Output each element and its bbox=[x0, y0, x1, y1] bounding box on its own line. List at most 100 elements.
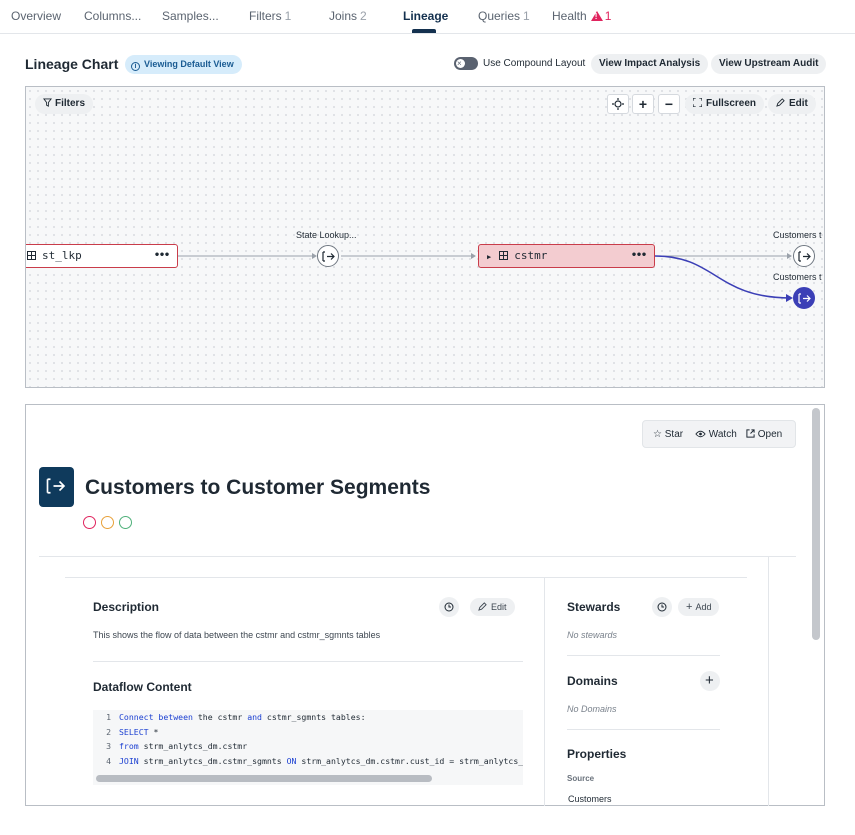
dataflow-icon bbox=[798, 293, 811, 304]
open-button[interactable]: Open bbox=[746, 429, 782, 440]
view-upstream-audit-button[interactable]: View Upstream Audit bbox=[711, 54, 827, 74]
dataflow-type-icon bbox=[39, 467, 74, 507]
stewards-history-button[interactable] bbox=[652, 597, 672, 617]
code-text: * bbox=[148, 726, 159, 737]
add-label: Add bbox=[695, 602, 712, 612]
code-keyword: SELECT bbox=[119, 726, 149, 737]
caret-right-icon[interactable]: ▶ bbox=[487, 253, 491, 261]
divider bbox=[567, 729, 720, 730]
add-domain-button[interactable]: + bbox=[700, 671, 720, 691]
code-line: 3 from strm_anlytcs_dm.cstmr bbox=[93, 739, 523, 754]
history-button[interactable] bbox=[439, 597, 459, 617]
detail-scrollbar[interactable] bbox=[812, 408, 820, 640]
source-value[interactable]: Customers bbox=[568, 794, 612, 804]
tab-bar: Overview Columns... Samples... Filters 1 … bbox=[0, 0, 855, 34]
line-number: 1 bbox=[106, 712, 111, 722]
status-indicator[interactable] bbox=[101, 516, 114, 529]
plus-icon: + bbox=[705, 672, 714, 689]
pencil-icon bbox=[478, 602, 487, 611]
more-icon[interactable]: ••• bbox=[631, 245, 647, 267]
edit-description-button[interactable]: Edit bbox=[470, 598, 515, 616]
tab-count: 1 bbox=[284, 9, 292, 23]
code-keyword: from bbox=[119, 741, 139, 751]
plus-icon: + bbox=[686, 601, 693, 613]
node-label: st_lkp bbox=[42, 249, 82, 262]
line-number: 4 bbox=[106, 755, 111, 766]
tab-filters[interactable]: Filters 1 bbox=[249, 9, 291, 23]
properties-heading: Properties bbox=[567, 747, 627, 761]
clock-icon bbox=[444, 602, 454, 612]
process-node-customers[interactable] bbox=[793, 245, 815, 267]
tab-label: Lineage bbox=[403, 9, 449, 23]
process-node-customers-selected[interactable] bbox=[793, 287, 815, 309]
active-tab-indicator bbox=[412, 29, 436, 33]
tab-health[interactable]: Health 1 bbox=[552, 9, 611, 23]
stewards-empty: No stewards bbox=[567, 630, 618, 640]
lineage-canvas[interactable]: Filters + − Fullscreen Edit st_lkp ••• S… bbox=[25, 86, 825, 388]
watch-button[interactable]: Watch bbox=[695, 429, 737, 440]
code-block[interactable]: 1 Connect between the cstmr and cstmr_sgm… bbox=[93, 710, 523, 785]
edit-label: Edit bbox=[491, 602, 507, 612]
more-icon[interactable]: ••• bbox=[154, 245, 170, 267]
tab-count: 1 bbox=[523, 9, 530, 23]
tab-queries[interactable]: Queries 1 bbox=[478, 9, 530, 23]
arrowhead-icon bbox=[471, 253, 476, 259]
lineage-edges bbox=[177, 253, 793, 302]
default-view-badge: i Viewing Default View bbox=[125, 55, 242, 74]
star-label: Star bbox=[664, 429, 684, 440]
watch-label: Watch bbox=[708, 429, 737, 440]
code-text: strm_anlytcs_dm.cstmr_sgmnts bbox=[138, 755, 287, 766]
object-title: Customers to Customer Segments bbox=[85, 476, 431, 499]
code-text: the cstmr bbox=[192, 712, 248, 722]
clock-icon bbox=[657, 602, 667, 612]
tab-samples[interactable]: Samples... bbox=[162, 9, 219, 23]
tab-lineage[interactable]: Lineage bbox=[403, 9, 448, 23]
view-impact-analysis-button[interactable]: View Impact Analysis bbox=[591, 54, 709, 74]
star-icon: ☆ bbox=[653, 429, 662, 440]
lineage-node-st-lkp[interactable]: st_lkp ••• bbox=[26, 244, 178, 268]
code-text: strm_anlytcs_dm.cstmr.cust_id = strm_anl… bbox=[296, 755, 523, 766]
code-line: 2 SELECT * bbox=[93, 725, 523, 740]
arrowhead-icon bbox=[786, 294, 793, 302]
star-button[interactable]: ☆ Star bbox=[653, 429, 683, 440]
divider bbox=[567, 655, 720, 656]
status-indicator[interactable] bbox=[119, 516, 132, 529]
status-indicator[interactable] bbox=[83, 516, 96, 529]
code-horizontal-scrollbar[interactable] bbox=[96, 775, 432, 782]
column-divider bbox=[768, 557, 769, 806]
code-text: cstmr_sgmnts tables: bbox=[261, 712, 366, 722]
code-text: strm_anlytcs_dm.cstmr bbox=[138, 741, 248, 751]
code-keyword: Connect between bbox=[119, 712, 193, 722]
dataflow-icon bbox=[46, 478, 66, 494]
domains-empty: No Domains bbox=[567, 704, 617, 714]
tab-columns[interactable]: Columns... bbox=[84, 9, 141, 23]
warning-icon bbox=[590, 11, 603, 21]
table-icon bbox=[499, 251, 509, 260]
object-actions: ☆ Star Watch Open bbox=[642, 420, 796, 448]
badge-label: Viewing Default View bbox=[144, 59, 234, 69]
open-label: Open bbox=[757, 429, 783, 440]
code-lines: 1 Connect between the cstmr and cstmr_sgm… bbox=[93, 710, 523, 768]
process-label-customers-selected: Customers t bbox=[773, 272, 822, 282]
tab-label: Samples... bbox=[162, 9, 219, 23]
compound-layout-label: Use Compound Layout bbox=[483, 58, 586, 69]
tab-label: Overview bbox=[11, 9, 62, 23]
close-icon: × bbox=[457, 59, 462, 68]
table-icon bbox=[27, 251, 36, 260]
dataflow-icon bbox=[322, 251, 335, 262]
dataflow-icon bbox=[798, 251, 811, 262]
compound-layout-toggle[interactable]: × bbox=[454, 57, 478, 70]
process-node-state-lookup[interactable] bbox=[317, 245, 339, 267]
tab-label: Columns... bbox=[84, 9, 142, 23]
tab-overview[interactable]: Overview bbox=[11, 9, 61, 23]
code-line: 4 JOIN strm_anlytcs_dm.cstmr_sgmnts ON st… bbox=[93, 754, 523, 769]
add-steward-button[interactable]: + Add bbox=[678, 598, 720, 616]
tab-label: Health bbox=[552, 9, 587, 23]
tab-joins[interactable]: Joins 2 bbox=[329, 9, 367, 23]
code-keyword: and bbox=[247, 712, 262, 722]
lineage-node-cstmr[interactable]: ▶ cstmr ••• bbox=[478, 244, 655, 268]
tab-label: Joins bbox=[329, 9, 358, 23]
info-icon: i bbox=[131, 62, 140, 71]
description-heading: Description bbox=[93, 600, 160, 614]
divider bbox=[65, 577, 747, 578]
